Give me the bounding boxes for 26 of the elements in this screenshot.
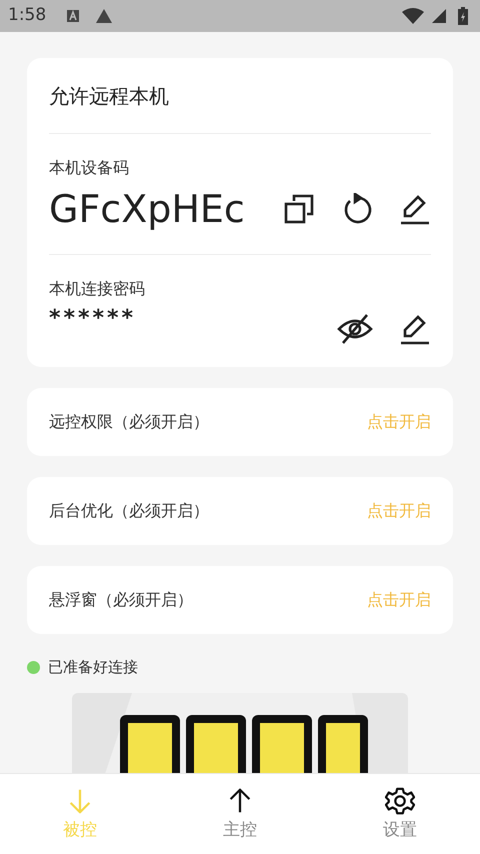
notification-icon: [66, 9, 80, 23]
device-code: GFcXpHEc: [49, 186, 246, 233]
battery-icon: [458, 7, 468, 25]
connection-status: 已准备好连接: [48, 657, 138, 678]
hidden-eye-icon[interactable]: [337, 313, 373, 345]
warning-icon: [96, 9, 112, 23]
nav-tab[interactable]: 被控: [0, 774, 160, 854]
permission-label: 后台优化（必须开启）: [49, 500, 209, 522]
permission-label: 悬浮窗（必须开启）: [49, 589, 193, 611]
device-code-label: 本机设备码: [49, 157, 130, 179]
card-title: 允许远程本机: [49, 58, 431, 134]
password-label: 本机连接密码: [49, 278, 146, 300]
copy-icon[interactable]: [283, 193, 315, 225]
nav-tab[interactable]: 设置: [320, 774, 480, 854]
signal-icon: [432, 9, 446, 23]
permission-label: 远控权限（必须开启）: [49, 411, 209, 433]
status-time: 1:58: [8, 4, 46, 28]
password-mask: ******: [49, 307, 138, 331]
enable-link[interactable]: 点击开启: [367, 588, 431, 612]
enable-link[interactable]: 点击开启: [367, 410, 431, 434]
wifi-icon: [402, 8, 424, 24]
edit-icon[interactable]: [399, 313, 431, 345]
nav-tab[interactable]: 主控: [160, 774, 320, 854]
settings-icon: [385, 786, 415, 816]
edit-icon[interactable]: [399, 193, 431, 225]
enable-link[interactable]: 点击开启: [367, 499, 431, 523]
